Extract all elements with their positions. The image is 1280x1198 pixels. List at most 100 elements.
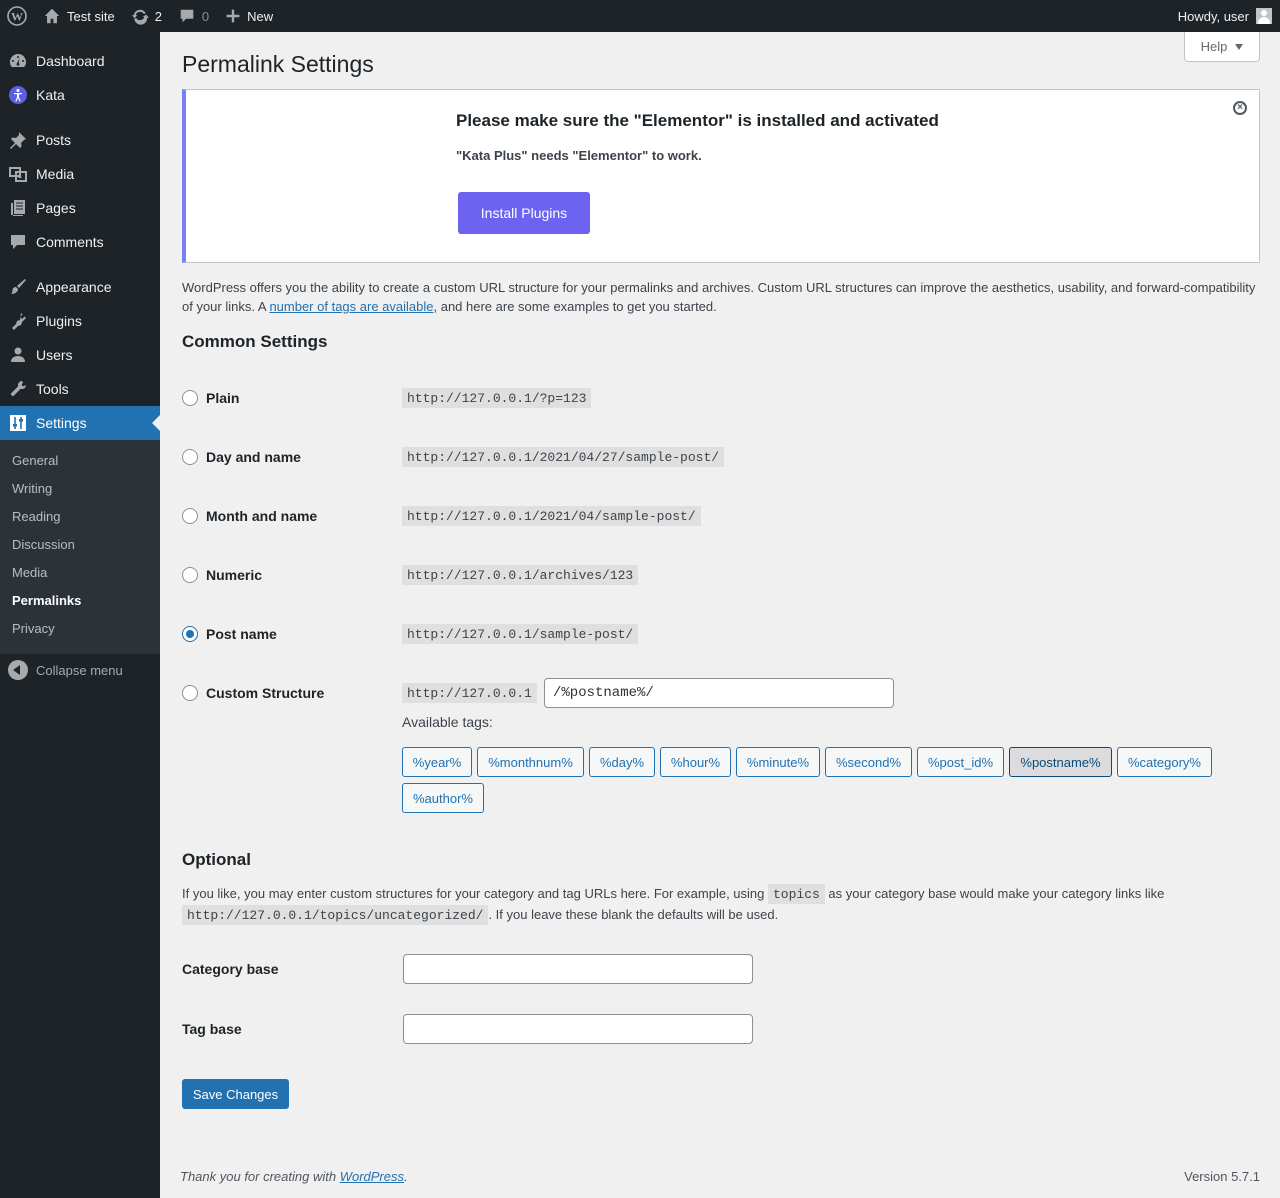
updates-link[interactable]: 2 bbox=[123, 0, 170, 32]
submenu-discussion[interactable]: Discussion bbox=[12, 537, 75, 552]
submenu-reading[interactable]: Reading bbox=[12, 509, 60, 524]
wrench-icon bbox=[10, 380, 27, 397]
menu-tools[interactable]: Tools bbox=[0, 372, 160, 406]
plugins-icon bbox=[12, 313, 26, 330]
tag-button-day[interactable]: %day% bbox=[589, 747, 655, 777]
new-content-link[interactable]: New bbox=[217, 0, 281, 32]
category-base-input[interactable] bbox=[403, 954, 753, 984]
option-month-and-name[interactable]: Month and name http://127.0.0.1/2021/04/… bbox=[182, 504, 1260, 528]
settings-icon bbox=[10, 415, 26, 431]
updates-count: 2 bbox=[154, 8, 162, 24]
comments-icon bbox=[11, 235, 25, 249]
radio-numeric[interactable] bbox=[182, 567, 198, 583]
menu-settings[interactable]: Settings bbox=[0, 406, 160, 440]
elementor-notice: Please make sure the "Elementor" is inst… bbox=[182, 89, 1260, 263]
comments-link[interactable]: 0 bbox=[170, 0, 217, 32]
category-base-label: Category base bbox=[182, 961, 279, 977]
optional-text-part: . If you leave these blank the defaults … bbox=[488, 907, 779, 922]
paintbrush-icon bbox=[11, 279, 26, 294]
menu-media-label: Media bbox=[36, 166, 75, 182]
radio-day-and-name[interactable] bbox=[182, 449, 198, 465]
optional-heading: Optional bbox=[182, 850, 251, 869]
kata-icon bbox=[9, 86, 27, 104]
footer-thanks-text: Thank you for creating with bbox=[180, 1169, 340, 1184]
menu-plugins[interactable]: Plugins bbox=[0, 304, 160, 338]
notice-heading: Please make sure the "Elementor" is inst… bbox=[456, 111, 939, 130]
updates-icon bbox=[131, 9, 149, 25]
menu-media[interactable]: Media bbox=[0, 157, 160, 191]
wordpress-logo-icon[interactable]: W bbox=[0, 0, 35, 32]
submenu-writing[interactable]: Writing bbox=[12, 481, 52, 496]
custom-structure-input[interactable]: /%postname%/ bbox=[544, 678, 894, 708]
submenu-privacy[interactable]: Privacy bbox=[12, 621, 55, 636]
wordpress-link[interactable]: WordPress bbox=[340, 1169, 404, 1184]
tag-button-postname[interactable]: %postname% bbox=[1009, 747, 1112, 777]
tag-button-minute[interactable]: %minute% bbox=[736, 747, 820, 777]
tag-button-author[interactable]: %author% bbox=[402, 783, 484, 813]
site-name-link[interactable]: Test site bbox=[35, 0, 123, 32]
tags-available-link[interactable]: number of tags are available bbox=[269, 299, 433, 314]
menu-dashboard-label: Dashboard bbox=[36, 53, 105, 69]
menu-dashboard[interactable]: Dashboard bbox=[0, 44, 160, 78]
menu-pages[interactable]: Pages bbox=[0, 191, 160, 225]
collapse-menu-label: Collapse menu bbox=[36, 662, 123, 678]
menu-posts[interactable]: Posts bbox=[0, 123, 160, 157]
submenu-media[interactable]: Media bbox=[12, 565, 47, 580]
radio-plain[interactable] bbox=[182, 390, 198, 406]
tag-button-monthnum[interactable]: %monthnum% bbox=[477, 747, 584, 777]
radio-post-name[interactable] bbox=[182, 626, 198, 642]
radio-custom-structure[interactable] bbox=[182, 685, 198, 701]
comment-icon bbox=[180, 9, 194, 23]
tag-button-category[interactable]: %category% bbox=[1117, 747, 1212, 777]
optional-text-part: If you like, you may enter custom struct… bbox=[182, 886, 768, 901]
tag-base-label: Tag base bbox=[182, 1021, 242, 1037]
tag-button-post-id[interactable]: %post_id% bbox=[917, 747, 1004, 777]
option-plain[interactable]: Plain http://127.0.0.1/?p=123 bbox=[182, 386, 1260, 410]
option-url-example: http://127.0.0.1/2021/04/sample-post/ bbox=[402, 506, 701, 526]
option-label: Custom Structure bbox=[206, 685, 325, 701]
tag-button-second[interactable]: %second% bbox=[825, 747, 912, 777]
tag-base-input[interactable] bbox=[403, 1014, 753, 1044]
footer-version: Version 5.7.1 bbox=[1184, 1169, 1260, 1184]
plus-icon bbox=[226, 9, 240, 23]
svg-text:W: W bbox=[11, 10, 23, 24]
option-numeric[interactable]: Numeric http://127.0.0.1/archives/123 bbox=[182, 563, 1260, 587]
footer-thanks: Thank you for creating with WordPress. bbox=[180, 1169, 408, 1184]
option-post-name[interactable]: Post name http://127.0.0.1/sample-post/ bbox=[182, 622, 1260, 646]
comments-count: 0 bbox=[201, 8, 210, 24]
menu-plugins-label: Plugins bbox=[36, 313, 82, 329]
caret-down-icon bbox=[1235, 43, 1244, 50]
site-name: Test site bbox=[67, 8, 115, 24]
new-label: New bbox=[247, 8, 274, 24]
install-plugins-button[interactable]: Install Plugins bbox=[458, 192, 590, 234]
option-label: Post name bbox=[206, 626, 277, 642]
optional-text-part: as your category base would make your ca… bbox=[824, 886, 1165, 901]
help-button[interactable]: Help bbox=[1184, 32, 1260, 62]
option-day-and-name[interactable]: Day and name http://127.0.0.1/2021/04/27… bbox=[182, 445, 1260, 469]
tag-button-year[interactable]: %year% bbox=[402, 747, 472, 777]
save-changes-button[interactable]: Save Changes bbox=[182, 1079, 289, 1109]
menu-posts-label: Posts bbox=[36, 132, 72, 148]
option-label: Day and name bbox=[206, 449, 301, 465]
menu-kata[interactable]: Kata bbox=[0, 78, 160, 112]
option-url-example: http://127.0.0.1/archives/123 bbox=[402, 565, 639, 585]
topics-code: topics bbox=[767, 884, 825, 904]
menu-users[interactable]: Users bbox=[0, 338, 160, 372]
menu-kata-label: Kata bbox=[36, 87, 65, 103]
option-label: Numeric bbox=[206, 567, 263, 583]
dismiss-notice-icon[interactable]: × bbox=[1233, 101, 1247, 115]
custom-structure-prefix: http://127.0.0.1 bbox=[402, 683, 537, 703]
collapse-menu-button[interactable]: Collapse menu bbox=[0, 656, 160, 684]
page-title: Permalink Settings bbox=[182, 51, 374, 77]
intro-text-end: , and here are some examples to get you … bbox=[433, 299, 717, 314]
menu-comments-label: Comments bbox=[36, 234, 104, 250]
submenu-permalinks[interactable]: Permalinks bbox=[12, 593, 81, 608]
option-url-example: http://127.0.0.1/sample-post/ bbox=[402, 624, 639, 644]
tag-button-hour[interactable]: %hour% bbox=[660, 747, 731, 777]
my-account-link[interactable]: Howdy, user bbox=[1170, 0, 1280, 32]
submenu-general[interactable]: General bbox=[12, 453, 58, 468]
radio-month-and-name[interactable] bbox=[182, 508, 198, 524]
menu-comments[interactable]: Comments bbox=[0, 225, 160, 259]
option-url-example: http://127.0.0.1/2021/04/27/sample-post/ bbox=[402, 447, 725, 467]
menu-appearance[interactable]: Appearance bbox=[0, 270, 160, 304]
